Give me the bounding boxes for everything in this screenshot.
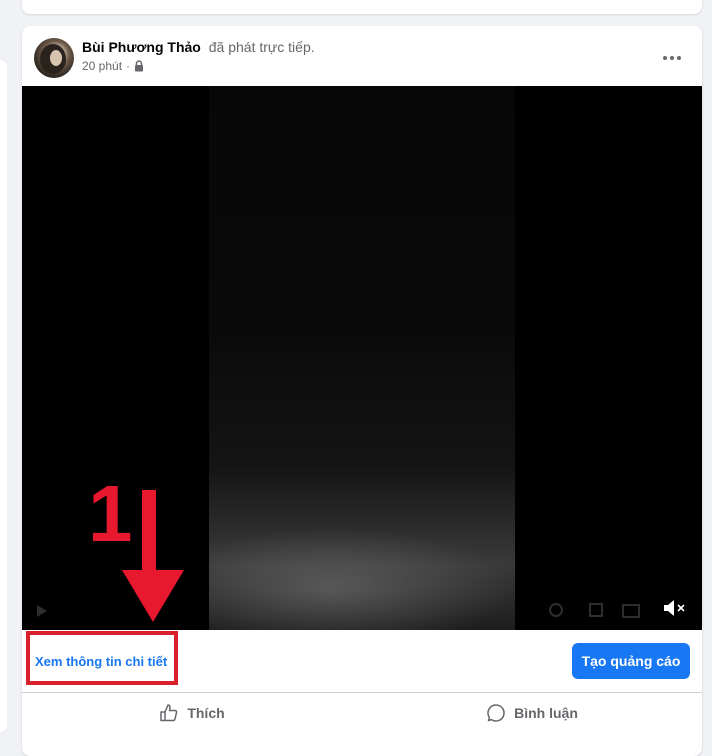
- thumbs-up-icon: [160, 704, 178, 722]
- post-title: Bùi Phương Thảo đã phát trực tiếp.: [82, 38, 315, 56]
- avatar-face: [50, 50, 62, 66]
- annotation-arrow-icon: [122, 490, 184, 622]
- fullscreen-icon[interactable]: [588, 602, 604, 618]
- post-meta: 20 phút ·: [82, 58, 144, 74]
- cta-bar: Xem thông tin chi tiết Tạo quảng cáo: [22, 630, 702, 692]
- left-card-edge: [0, 60, 7, 732]
- play-icon[interactable]: [36, 604, 48, 618]
- annotation-highlight-box: [26, 631, 178, 685]
- previous-post-card: [22, 0, 702, 14]
- settings-icon[interactable]: [548, 602, 564, 618]
- lock-icon[interactable]: [134, 60, 144, 72]
- pip-icon[interactable]: [622, 604, 640, 618]
- create-ad-button[interactable]: Tạo quảng cáo: [572, 643, 690, 679]
- comment-button[interactable]: Bình luận: [362, 693, 702, 733]
- like-label: Thích: [187, 705, 225, 721]
- feed-post: Bùi Phương Thảo đã phát trực tiếp. 20 ph…: [22, 26, 702, 756]
- author-name[interactable]: Bùi Phương Thảo: [82, 39, 201, 55]
- post-time[interactable]: 20 phút: [82, 58, 122, 74]
- post-actions: Thích Bình luận: [22, 693, 702, 733]
- post-header: Bùi Phương Thảo đã phát trực tiếp. 20 ph…: [22, 26, 702, 86]
- volume-muted-icon: [664, 600, 685, 616]
- comment-icon: [487, 704, 505, 722]
- more-icon: [663, 56, 681, 60]
- avatar[interactable]: [34, 38, 74, 78]
- post-action-text: đã phát trực tiếp.: [208, 39, 315, 55]
- meta-separator: ·: [126, 59, 131, 73]
- volume-button[interactable]: [662, 596, 688, 620]
- comment-label: Bình luận: [514, 705, 578, 721]
- like-button[interactable]: Thích: [22, 693, 362, 733]
- more-options-button[interactable]: [654, 40, 690, 76]
